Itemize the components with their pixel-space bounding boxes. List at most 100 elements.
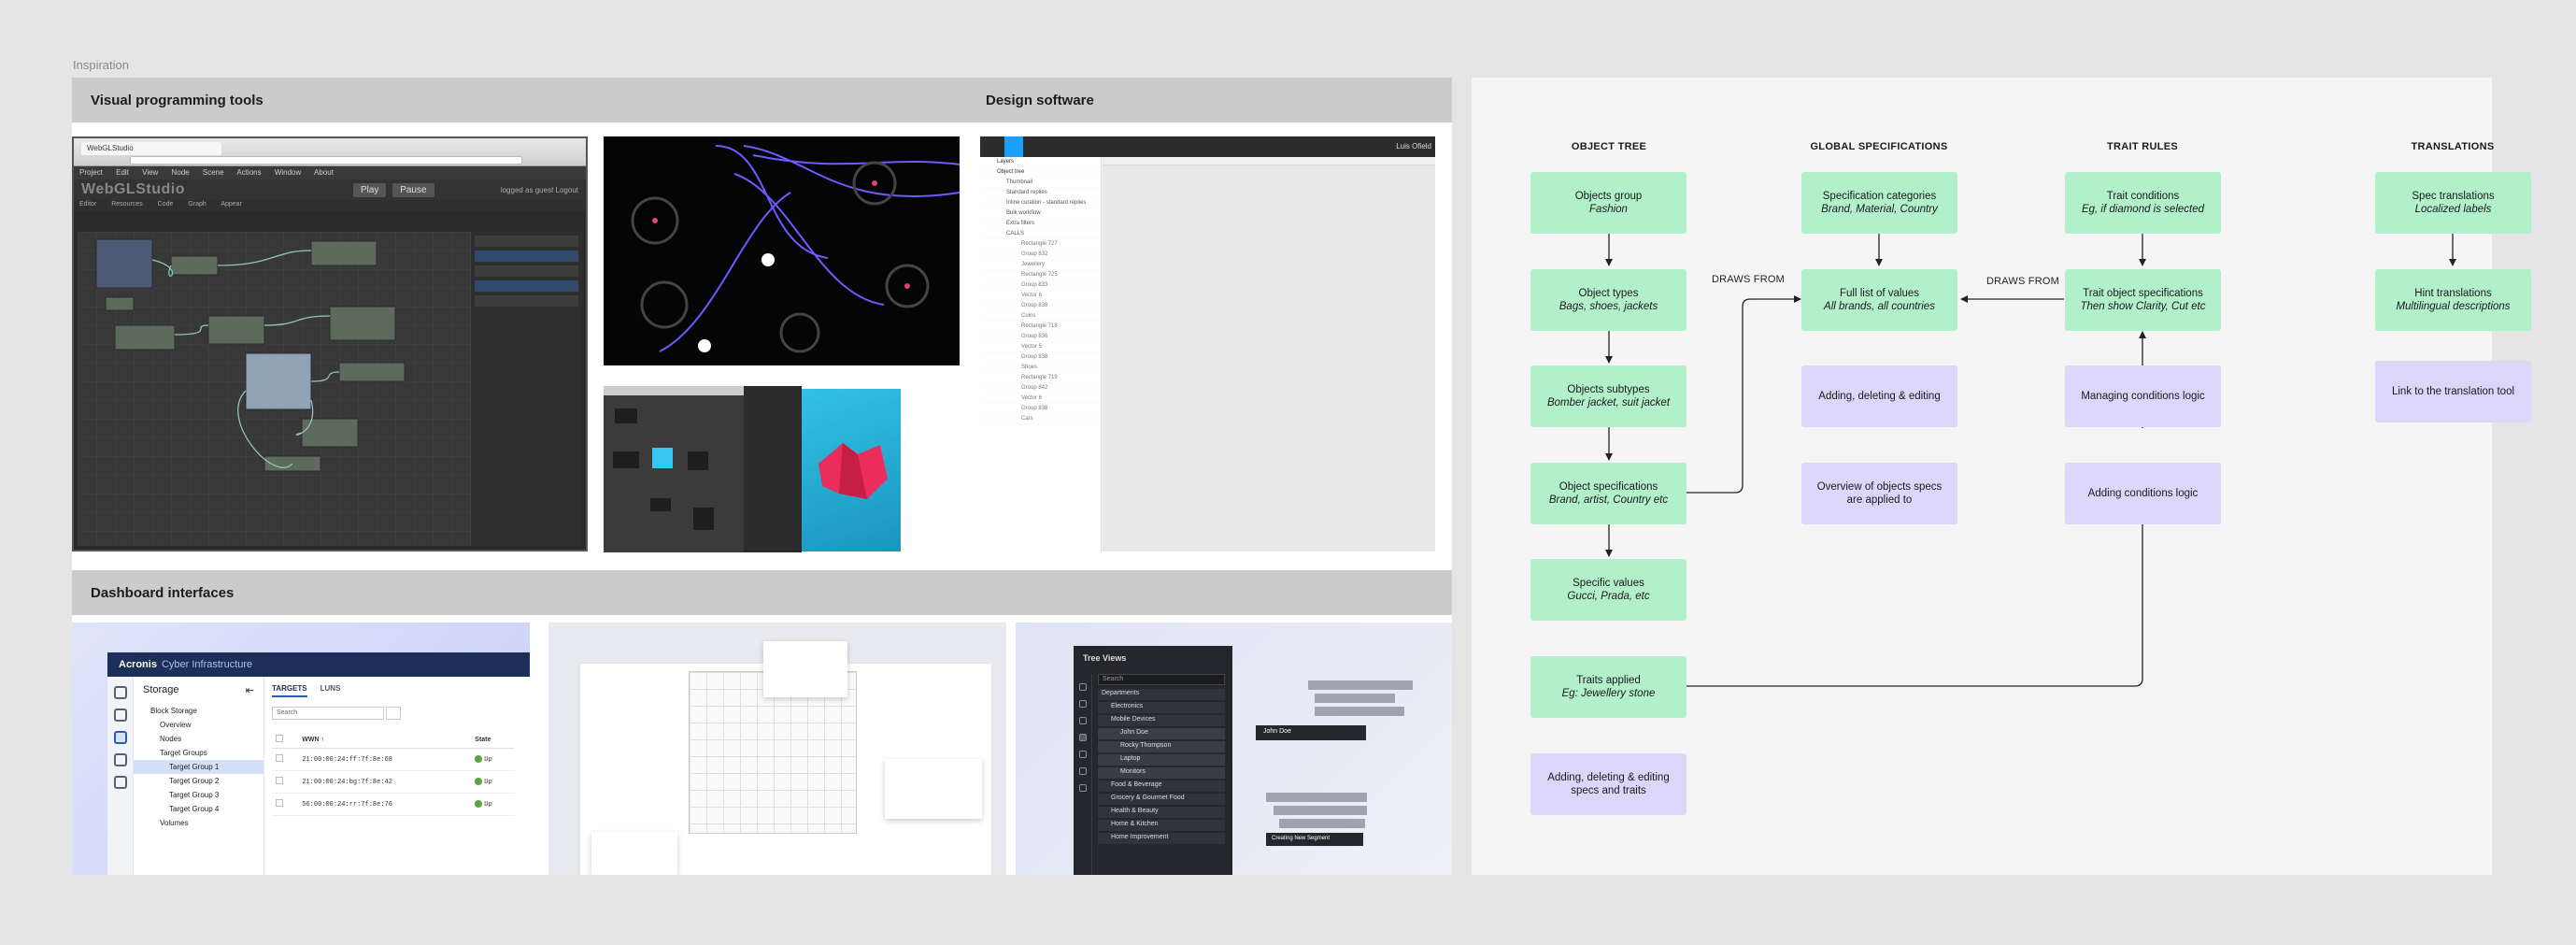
webglstudio-screenshot[interactable]: WebGLStudio Project Edit View Node Scene… <box>72 136 588 551</box>
user-name: Luis Ofield <box>1396 142 1431 150</box>
wwn-cell: 21:00:00:24:bg:7f:8e:42 <box>298 770 472 794</box>
tree-row: Home Improvement <box>1098 833 1225 844</box>
login-status: logged as guest Logout <box>500 185 578 194</box>
tree-rail <box>1074 674 1092 875</box>
knob <box>779 312 820 353</box>
node-trait-conditions[interactable]: Trait conditions Eg, if diamond is select… <box>2065 172 2221 234</box>
webgl-menubar: Project Edit View Node Scene Actions Win… <box>74 166 586 179</box>
graph-node <box>310 240 377 266</box>
network-icon <box>113 753 127 766</box>
node-adding-conditions-logic[interactable]: Adding conditions logic <box>2065 463 2221 524</box>
column-header-trait-rules: TRAIT RULES <box>2106 141 2179 152</box>
node-hint-translations[interactable]: Hint translations Multilingual descriptio… <box>2375 269 2531 331</box>
tree-panel: Tree Views Search Departments Electronics… <box>1074 646 1232 875</box>
settings-icon <box>113 776 127 789</box>
node-list-screenshot[interactable] <box>744 386 802 552</box>
ghost-row <box>1315 707 1404 716</box>
node-managing-conditions-logic[interactable]: Managing conditions logic <box>2065 365 2221 427</box>
node-adding-deleting-editing[interactable]: Adding, deleting & editing <box>1801 365 1957 427</box>
layer-item: Group 836 <box>980 332 1101 342</box>
section-header-design-software: Design software <box>967 78 1452 122</box>
graph-node <box>207 315 265 345</box>
node-objects-subtypes[interactable]: Objects subtypes Bomber jacket, suit jack… <box>1530 365 1686 427</box>
node-overview-of-specs[interactable]: Overview of objects specs are applied to <box>1801 463 1957 524</box>
rail-icon <box>1078 717 1087 724</box>
panel-node <box>615 408 637 423</box>
layer-item: Group 838 <box>980 352 1101 363</box>
table-row: 56:00:00:24:rr:7f:8e:76 Up <box>272 793 515 816</box>
rail-icon <box>1078 683 1087 691</box>
drag-item: John Doe <box>1256 725 1366 740</box>
node-editor-graph <box>631 145 960 353</box>
layer-item: Rectangle 719 <box>980 373 1101 383</box>
layer-item: Standard replies <box>980 188 1101 198</box>
webgl-app-title: WebGLStudio <box>81 181 185 197</box>
tree-row: Rocky Thompson <box>1098 741 1225 752</box>
rail-icon <box>1078 784 1087 792</box>
tree-row: John Doe <box>1098 728 1225 739</box>
graph-node <box>105 296 135 311</box>
node-link-to-translation-tool[interactable]: Link to the translation tool <box>2375 361 2531 422</box>
config-row <box>475 280 578 292</box>
wwn-cell: 56:00:00:24:rr:7f:8e:76 <box>298 793 472 816</box>
edge-label-draws-from: DRAWS FROM <box>1712 274 1785 285</box>
rail-icon <box>1078 700 1087 708</box>
acronis-brand: Acronis <box>119 659 157 670</box>
acronis-header: Acronis Cyber Infrastructure <box>107 652 530 677</box>
design-software-screenshot[interactable]: Luis Ofield Layers Object tree Thumbnail St… <box>980 136 1435 551</box>
webgl-titlebar: WebGLStudio Play Pause logged as guest L… <box>74 179 586 200</box>
status-up-icon <box>475 800 483 809</box>
graph-node <box>170 255 219 276</box>
node-specific-values[interactable]: Specific values Gucci, Prada, etc <box>1530 559 1686 621</box>
config-row <box>475 295 578 307</box>
node-panel-graph <box>613 408 714 530</box>
node-editor-dark-screenshot[interactable] <box>604 136 960 365</box>
node-objects-group[interactable]: Objects group Fashion <box>1530 172 1686 234</box>
tree-views-screenshot[interactable]: Tree Views Search Departments Electronics… <box>1016 623 1452 875</box>
node-panel-screenshot[interactable] <box>604 386 744 552</box>
node-object-specifications[interactable]: Object specifications Brand, artist, Coun… <box>1530 463 1686 524</box>
node-trait-object-specifications[interactable]: Trait object specifications Then show Cla… <box>2065 269 2221 331</box>
tree-search: Search <box>1098 674 1225 685</box>
node-object-types[interactable]: Object types Bags, shoes, jackets <box>1530 269 1686 331</box>
graph-node <box>245 352 312 410</box>
tree-row: Mobile Devices <box>1098 715 1225 726</box>
url-bar <box>130 156 522 165</box>
graph-link <box>217 250 312 266</box>
browser-chrome: WebGLStudio <box>74 138 586 166</box>
search-input: Search <box>272 707 384 720</box>
status-up-icon <box>475 755 483 764</box>
nav-item: Target Group 3 <box>169 791 220 799</box>
config-panel <box>470 232 582 546</box>
wwn-cell: 21:00:00:24:ff:7f:8e:68 <box>298 748 472 771</box>
rail-icon <box>1078 767 1087 775</box>
3d-preview-screenshot[interactable] <box>802 389 901 551</box>
node-specification-categories[interactable]: Specification categories Brand, Material,… <box>1801 172 1957 234</box>
acronis-dashboard-screenshot[interactable]: Acronis Cyber Infrastructure Storage ⇤ Bl… <box>72 623 530 875</box>
nav-title: Storage <box>143 684 179 695</box>
filter-icon <box>386 707 401 720</box>
floorplan-dashboard-screenshot[interactable] <box>548 623 1006 875</box>
layer-item: Object tree <box>980 167 1101 178</box>
node-full-list-of-values[interactable]: Full list of values All brands, all count… <box>1801 269 1957 331</box>
tree-title: Tree Views <box>1083 653 1127 663</box>
flow-diagram: OBJECT TREE GLOBAL SPECIFICATIONS TRAIT … <box>1472 78 2531 875</box>
pause-button: Pause <box>392 182 434 197</box>
preview-swatch <box>652 448 673 468</box>
section-header-visual-programming: Visual programming tools <box>72 78 967 122</box>
node-graph <box>78 232 470 546</box>
node-traits-applied[interactable]: Traits applied Eg: Jewellery stone <box>1530 656 1686 718</box>
knob-dot <box>904 283 910 289</box>
node-adding-deleting-specs-traits[interactable]: Adding, deleting & editing specs and tra… <box>1530 753 1686 815</box>
tree-row: Home & Kitchen <box>1098 820 1225 831</box>
row-checkbox <box>276 777 283 784</box>
acronis-product: Cyber Infrastructure <box>161 659 253 670</box>
graph-node <box>338 362 406 382</box>
nav-item: Target Group 2 <box>169 777 220 785</box>
section-header-dashboard: Dashboard interfaces <box>72 570 1452 615</box>
node-spec-translations[interactable]: Spec translations Localized labels <box>2375 172 2531 234</box>
layer-item: Group 833 <box>980 280 1101 291</box>
panel-topbar <box>604 386 744 395</box>
graph-node <box>114 324 176 351</box>
row-checkbox <box>276 799 283 807</box>
